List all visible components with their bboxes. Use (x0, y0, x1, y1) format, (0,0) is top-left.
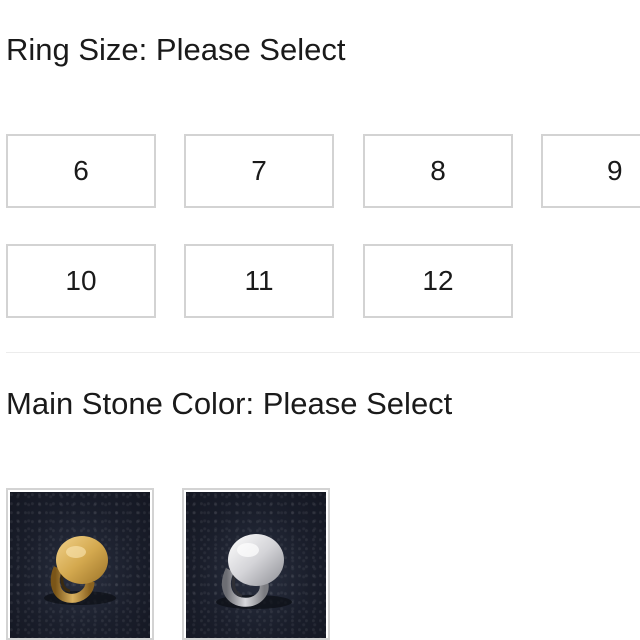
ring-size-option-label: 12 (422, 265, 454, 296)
ring-size-option-6[interactable]: 6 (6, 134, 156, 208)
stone-color-option-silver[interactable] (182, 488, 330, 640)
ring-size-option-9[interactable]: 9 (541, 134, 640, 208)
product-options-panel: Ring Size: Please Select 6 7 8 9 10 11 1… (0, 0, 640, 640)
ring-size-option-7[interactable]: 7 (184, 134, 334, 208)
ring-size-label: Ring Size: Please Select (6, 32, 346, 67)
ring-size-option-label: 9 (607, 155, 623, 186)
ring-size-option-label: 6 (73, 155, 89, 186)
silver-signet-ring-image (216, 534, 292, 609)
main-stone-color-label: Main Stone Color: Please Select (6, 386, 453, 421)
ring-size-option-12[interactable]: 12 (363, 244, 513, 318)
stone-color-option-gold[interactable] (6, 488, 154, 640)
ring-size-option-8[interactable]: 8 (363, 134, 513, 208)
ring-size-option-label: 8 (430, 155, 446, 186)
ring-size-option-label: 10 (65, 265, 97, 296)
ring-size-option-10[interactable]: 10 (6, 244, 156, 318)
ring-size-option-label: 11 (244, 265, 274, 296)
gold-signet-ring-image (44, 536, 116, 605)
ring-size-option-label: 7 (251, 155, 267, 186)
ring-size-option-11[interactable]: 11 (184, 244, 334, 318)
section-divider (6, 352, 640, 353)
